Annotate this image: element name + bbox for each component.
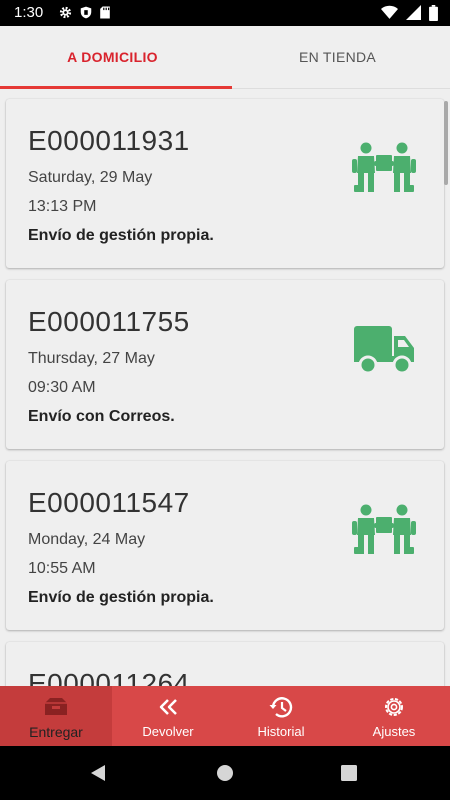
battery-icon <box>429 5 438 21</box>
tab-a-domicilio[interactable]: A DOMICILIO <box>0 26 225 88</box>
order-shipping-method: Envío de gestión propia. <box>28 227 214 244</box>
back-icon[interactable] <box>90 764 106 782</box>
order-card[interactable]: E000011755 Thursday, 27 May 09:30 AM Env… <box>6 280 444 449</box>
order-time: 09:30 AM <box>28 379 96 396</box>
order-shipping-method: Envío con Correos. <box>28 408 175 425</box>
signal-icon <box>406 5 421 20</box>
system-navigation-bar <box>0 746 450 800</box>
gear-icon <box>59 6 72 19</box>
status-bar: 1:30 <box>0 0 450 26</box>
nav-historial-label: Historial <box>257 724 305 739</box>
sd-card-icon <box>100 6 110 19</box>
order-time: 10:55 AM <box>28 560 96 577</box>
history-icon <box>269 697 293 718</box>
nav-devolver-label: Devolver <box>142 724 194 739</box>
order-code: E000011931 <box>28 125 190 156</box>
order-code: E000011264 <box>28 668 190 686</box>
order-card[interactable]: E000011547 Monday, 24 May 10:55 AM Envío… <box>6 461 444 630</box>
bottom-navigation: Entregar Devolver Historial Ajustes <box>0 686 450 746</box>
nav-entregar[interactable]: Entregar <box>0 686 112 746</box>
status-time: 1:30 <box>14 4 44 21</box>
home-icon[interactable] <box>216 764 234 782</box>
order-code: E000011547 <box>28 487 190 518</box>
tab-en-tienda[interactable]: EN TIENDA <box>225 26 450 88</box>
nav-entregar-label: Entregar <box>29 724 83 740</box>
tab-bar: A DOMICILIO EN TIENDA <box>0 26 450 89</box>
wifi-icon <box>381 5 398 19</box>
recents-icon[interactable] <box>341 765 357 781</box>
status-left-icons <box>58 5 111 20</box>
order-shipping-method: Envío de gestión propia. <box>28 589 214 606</box>
order-time: 13:13 PM <box>28 198 97 215</box>
nav-devolver[interactable]: Devolver <box>112 686 224 746</box>
order-list[interactable]: E000011931 Saturday, 29 May 13:13 PM Env… <box>0 89 450 686</box>
order-card[interactable]: E000011264 <box>6 642 444 686</box>
order-date: Thursday, 27 May <box>28 350 155 367</box>
status-right-icons <box>381 5 438 21</box>
box-icon <box>45 698 67 715</box>
carriers-icon <box>352 142 416 192</box>
truck-icon <box>354 326 414 375</box>
scrollbar-thumb[interactable] <box>444 101 448 185</box>
shield-icon <box>80 6 92 19</box>
carriers-icon <box>352 504 416 554</box>
double-chevron-left-icon <box>159 699 177 715</box>
order-date: Saturday, 29 May <box>28 169 153 186</box>
nav-ajustes[interactable]: Ajustes <box>338 686 450 746</box>
order-card[interactable]: E000011931 Saturday, 29 May 13:13 PM Env… <box>6 99 444 268</box>
order-code: E000011755 <box>28 306 190 337</box>
order-date: Monday, 24 May <box>28 531 146 548</box>
nav-ajustes-label: Ajustes <box>372 724 416 739</box>
nav-historial[interactable]: Historial <box>224 686 338 746</box>
gear-icon <box>385 698 403 716</box>
